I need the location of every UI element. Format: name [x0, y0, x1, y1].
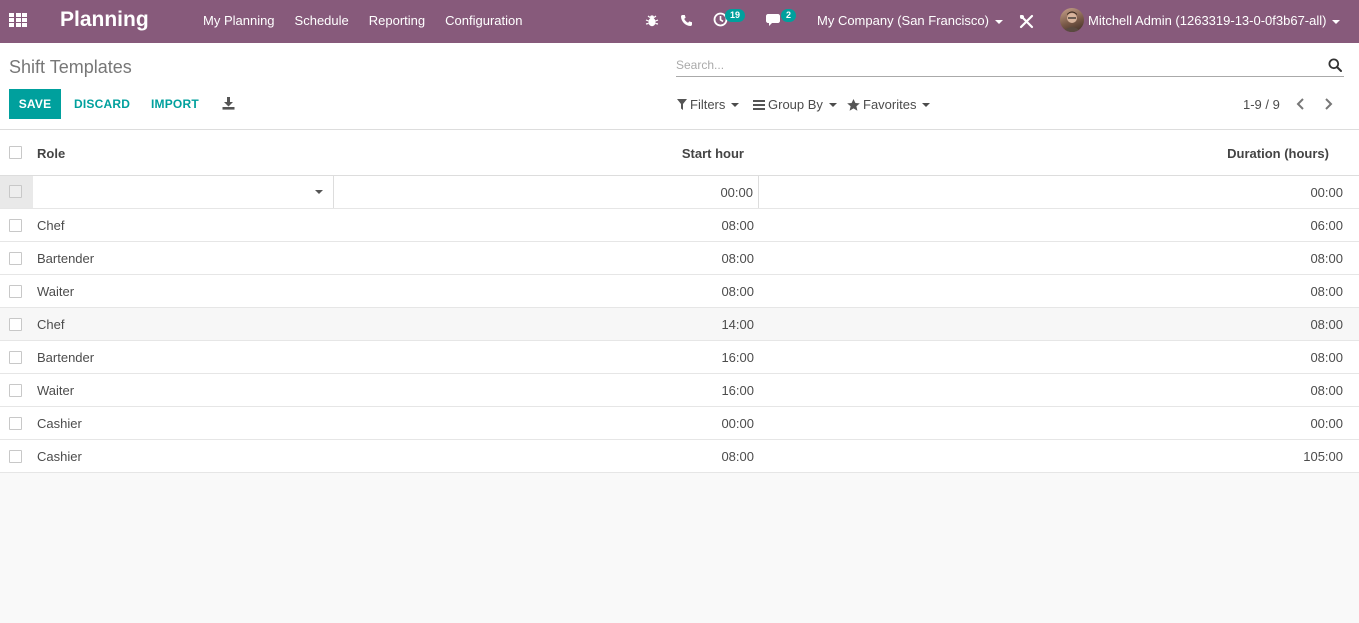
groupby-label: Group By — [768, 97, 823, 112]
table-row[interactable]: Chef 14:00 08:00 — [0, 308, 1359, 341]
app-brand[interactable]: Planning — [60, 8, 149, 32]
menu-item-my-planning[interactable]: My Planning — [203, 13, 275, 28]
apps-grid-icon[interactable] — [9, 13, 27, 27]
import-button[interactable]: IMPORT — [151, 97, 199, 111]
row-checkbox[interactable] — [9, 384, 22, 397]
row-checkbox[interactable] — [9, 285, 22, 298]
cell-start-hour: 16:00 — [721, 383, 754, 398]
cell-role: Cashier — [37, 416, 82, 431]
cell-role: Chef — [37, 317, 65, 332]
main-menu: My Planning Schedule Reporting Configura… — [203, 13, 522, 28]
start-hour-field[interactable]: 00:00 — [334, 176, 759, 208]
cell-duration: 06:00 — [1310, 218, 1343, 233]
cell-start-hour: 14:00 — [721, 317, 754, 332]
top-navbar: Planning My Planning Schedule Reporting … — [0, 0, 1359, 43]
favorites-label: Favorites — [863, 97, 917, 112]
duration-value: 00:00 — [1310, 185, 1343, 200]
chevron-down-icon — [994, 19, 1003, 24]
cell-duration: 08:00 — [1310, 350, 1343, 365]
row-checkbox[interactable] — [9, 185, 22, 198]
cell-role: Bartender — [37, 251, 95, 266]
bug-icon[interactable] — [645, 14, 659, 28]
row-checkbox[interactable] — [9, 219, 22, 232]
cell-start-hour: 08:00 — [721, 449, 754, 464]
search-icon[interactable] — [1328, 58, 1342, 72]
cell-role: Chef — [37, 218, 65, 233]
table-header: Role Start hour Duration (hours) — [0, 130, 1359, 176]
chevron-down-icon — [731, 102, 740, 107]
chevron-right-icon[interactable] — [1322, 97, 1334, 111]
filters-dropdown[interactable]: Filters — [677, 97, 740, 112]
cell-duration: 00:00 — [1310, 416, 1343, 431]
favorites-dropdown[interactable]: Favorites — [847, 97, 931, 112]
chevron-down-icon — [922, 102, 931, 107]
company-name: My Company (San Francisco) — [817, 13, 989, 28]
row-checkbox[interactable] — [9, 318, 22, 331]
list-icon — [753, 99, 765, 110]
start-hour-value: 00:00 — [720, 185, 753, 200]
table-row[interactable]: Waiter 08:00 08:00 — [0, 275, 1359, 308]
filter-icon — [677, 99, 687, 110]
row-checkbox[interactable] — [9, 450, 22, 463]
menu-item-reporting[interactable]: Reporting — [369, 13, 425, 28]
tools-icon[interactable] — [1019, 14, 1034, 29]
cell-role: Cashier — [37, 449, 82, 464]
chevron-left-icon[interactable] — [1295, 97, 1307, 111]
cell-role: Waiter — [37, 383, 75, 398]
row-checkbox[interactable] — [9, 351, 22, 364]
cell-duration: 08:00 — [1310, 251, 1343, 266]
role-select-field[interactable] — [33, 176, 334, 208]
message-badge: 2 — [781, 9, 797, 22]
row-checkbox[interactable] — [9, 252, 22, 265]
row-selector — [0, 176, 33, 208]
table-row[interactable]: Bartender 16:00 08:00 — [0, 341, 1359, 374]
shift-templates-table: Role Start hour Duration (hours) 00:00 0… — [0, 130, 1359, 473]
cell-duration: 105:00 — [1303, 449, 1343, 464]
chevron-down-icon — [828, 102, 837, 107]
cell-start-hour: 08:00 — [721, 218, 754, 233]
groupby-dropdown[interactable]: Group By — [753, 97, 837, 112]
cell-start-hour: 08:00 — [721, 251, 754, 266]
cell-role: Bartender — [37, 350, 95, 365]
cell-start-hour: 16:00 — [721, 350, 754, 365]
cell-duration: 08:00 — [1310, 383, 1343, 398]
cell-duration: 08:00 — [1310, 317, 1343, 332]
pager-value[interactable]: 1-9 / 9 — [1243, 97, 1280, 112]
table-row[interactable]: Bartender 08:00 08:00 — [0, 242, 1359, 275]
phone-icon[interactable] — [680, 14, 693, 27]
activity-badge: 19 — [725, 9, 746, 22]
avatar[interactable] — [1060, 8, 1084, 32]
breadcrumb: Shift Templates — [9, 57, 132, 77]
cell-role: Waiter — [37, 284, 75, 299]
user-name: Mitchell Admin (1263319-13-0-0f3b67-all) — [1088, 13, 1327, 28]
filters-label: Filters — [690, 97, 726, 112]
user-menu[interactable]: Mitchell Admin (1263319-13-0-0f3b67-all) — [1088, 13, 1341, 28]
save-button[interactable]: SAVE — [9, 89, 61, 119]
cell-duration: 08:00 — [1310, 284, 1343, 299]
table-row[interactable]: Waiter 16:00 08:00 — [0, 374, 1359, 407]
editable-row: 00:00 00:00 — [0, 176, 1359, 209]
cell-start-hour: 08:00 — [721, 284, 754, 299]
menu-item-configuration[interactable]: Configuration — [445, 13, 522, 28]
chevron-down-icon[interactable] — [315, 190, 323, 194]
column-header-start-hour[interactable]: Start hour — [682, 146, 744, 161]
table-row[interactable]: Cashier 00:00 00:00 — [0, 407, 1359, 440]
control-panel: Shift Templates SAVE DISCARD IMPORT Filt… — [0, 43, 1359, 130]
row-checkbox[interactable] — [9, 417, 22, 430]
search-input[interactable] — [676, 55, 1306, 75]
column-header-duration[interactable]: Duration (hours) — [1227, 146, 1329, 161]
table-row[interactable]: Cashier 08:00 105:00 — [0, 440, 1359, 473]
column-header-role[interactable]: Role — [37, 146, 65, 161]
discard-button[interactable]: DISCARD — [74, 97, 130, 111]
search-bar — [676, 55, 1344, 77]
download-icon[interactable] — [222, 97, 235, 110]
cell-start-hour: 00:00 — [721, 416, 754, 431]
star-icon — [847, 98, 860, 111]
duration-field[interactable]: 00:00 — [759, 176, 1359, 208]
select-all-checkbox[interactable] — [9, 146, 22, 159]
chevron-down-icon — [1332, 19, 1341, 24]
company-switcher[interactable]: My Company (San Francisco) — [817, 13, 1003, 28]
menu-item-schedule[interactable]: Schedule — [295, 13, 349, 28]
table-row[interactable]: Chef 08:00 06:00 — [0, 209, 1359, 242]
